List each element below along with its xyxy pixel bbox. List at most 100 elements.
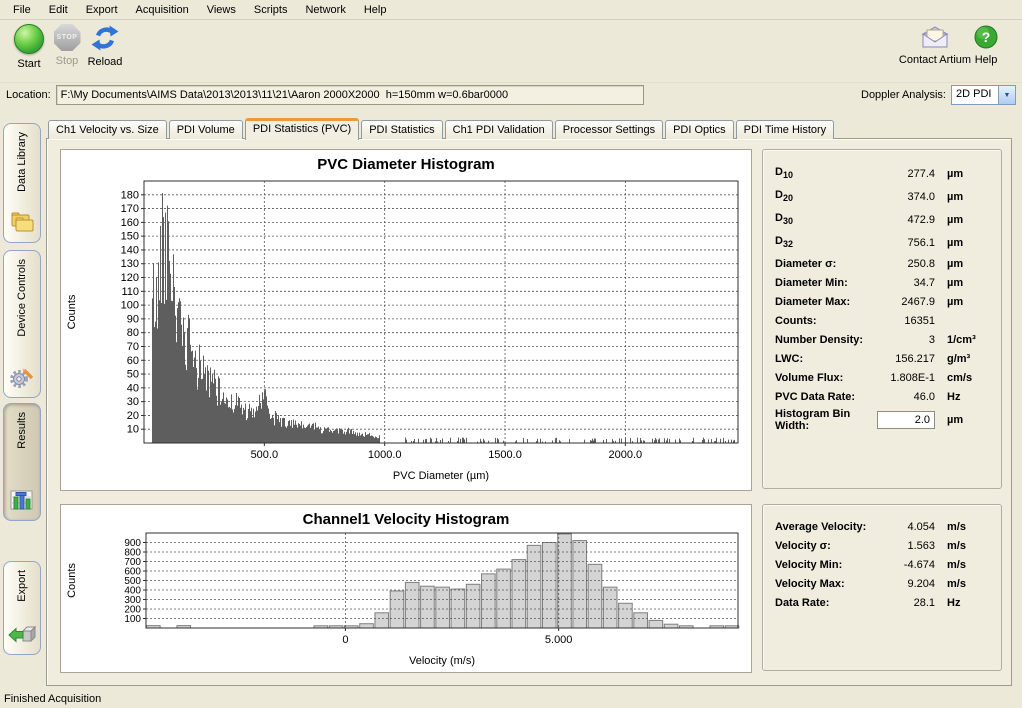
menu-item-views[interactable]: Views: [198, 2, 245, 18]
menu-item-edit[interactable]: Edit: [40, 2, 77, 18]
menu-item-help[interactable]: Help: [355, 2, 396, 18]
velocity-histogram-chart: 10020030040050060070080090005.000Velocit…: [61, 505, 749, 670]
envelope-icon: [920, 24, 950, 50]
stat-value: 374.0: [869, 191, 935, 203]
stat-unit: µm: [935, 258, 989, 270]
bar-chart-icon: [9, 488, 35, 515]
gear-pencil-icon: [9, 365, 35, 392]
svg-text:80: 80: [127, 327, 139, 339]
doppler-analysis-select[interactable]: 2D PDI ▼: [951, 85, 1016, 105]
stat-label: Velocity σ:: [775, 540, 869, 552]
svg-text:Counts: Counts: [66, 294, 78, 329]
tab-pdi-statistics[interactable]: PDI Statistics: [361, 120, 442, 139]
application-window: { "menu": {"items": ["File", "Edit", "Ex…: [0, 0, 1022, 708]
stat-value: 156.217: [869, 353, 935, 365]
stat-unit: Hz: [935, 391, 989, 403]
contact-artium-button[interactable]: Contact Artium: [898, 24, 972, 66]
svg-text:200: 200: [124, 605, 141, 616]
sidebar-item-label: Device Controls: [16, 259, 28, 337]
svg-text:PVC Diameter (µm): PVC Diameter (µm): [393, 470, 489, 482]
svg-text:180: 180: [121, 189, 139, 201]
stat-unit: m/s: [935, 578, 989, 590]
menu-item-file[interactable]: File: [4, 2, 40, 18]
sidebar-item-label: Results: [16, 412, 28, 449]
menu-item-scripts[interactable]: Scripts: [245, 2, 297, 18]
velocity-statistics-groupbox: Average Velocity:4.054m/sVelocity σ:1.56…: [762, 504, 1002, 671]
svg-text:100: 100: [124, 614, 141, 625]
pvc-stat-row: Number Density:31/cm³: [775, 330, 989, 349]
pvc-stat-row: Volume Flux:1.808E-1cm/s: [775, 368, 989, 387]
pvc-stat-row: LWC:156.217g/m³: [775, 349, 989, 368]
pvc-stat-row: D10277.4µm: [775, 162, 989, 185]
tab-pdi-statistics-pvc-[interactable]: PDI Statistics (PVC): [245, 118, 359, 140]
tab-pdi-volume[interactable]: PDI Volume: [169, 120, 243, 139]
svg-text:300: 300: [124, 595, 141, 606]
tab-ch1-pdi-validation[interactable]: Ch1 PDI Validation: [445, 120, 553, 139]
sidebar-item-export[interactable]: Export: [3, 561, 41, 655]
tab-page-pdi-statistics-pvc: PVC Diameter Histogram 10203040506070809…: [46, 138, 1012, 686]
stat-label: Histogram Bin Width:: [775, 408, 865, 432]
reload-icon: [91, 24, 119, 52]
sidebar-item-device-controls[interactable]: Device Controls: [3, 250, 41, 398]
tab-processor-settings[interactable]: Processor Settings: [555, 120, 663, 139]
velocity-stat-row: Velocity σ:1.563m/s: [775, 536, 989, 555]
pvc-stat-row: PVC Data Rate:46.0Hz: [775, 387, 989, 406]
help-button[interactable]: ? Help: [963, 24, 1009, 66]
pvc-diameter-histogram-chart: 1020304050607080901001101201301401501601…: [61, 150, 749, 488]
stop-button-label: Stop: [56, 55, 79, 67]
stat-unit: m/s: [935, 559, 989, 571]
svg-text:60: 60: [127, 355, 139, 367]
svg-text:700: 700: [124, 557, 141, 568]
histogram-bin-width-input[interactable]: [877, 411, 935, 429]
tab-pdi-time-history[interactable]: PDI Time History: [736, 120, 835, 139]
menu-item-acquisition[interactable]: Acquisition: [127, 2, 198, 18]
svg-text:Counts: Counts: [66, 563, 78, 598]
svg-text:20: 20: [127, 410, 139, 422]
pvc-stat-row: D20374.0µm: [775, 185, 989, 208]
sidebar-item-label: Export: [16, 570, 28, 602]
reload-button[interactable]: Reload: [76, 24, 134, 68]
sidebar-item-results[interactable]: Results: [3, 403, 41, 521]
stop-badge: STOP: [57, 34, 78, 41]
menu-item-network[interactable]: Network: [296, 2, 354, 18]
stat-label: PVC Data Rate:: [775, 391, 869, 403]
menu-item-export[interactable]: Export: [77, 2, 127, 18]
stat-value: 1.808E-1: [869, 372, 935, 384]
svg-text:?: ?: [982, 29, 991, 45]
stat-value: 4.054: [869, 521, 935, 533]
svg-text:600: 600: [124, 567, 141, 578]
tab-ch1-velocity-vs-size[interactable]: Ch1 Velocity vs. Size: [48, 120, 167, 139]
stat-value: 46.0: [869, 391, 935, 403]
svg-text:900: 900: [124, 538, 141, 549]
stat-unit: m/s: [935, 540, 989, 552]
stat-unit: Hz: [935, 597, 989, 609]
svg-text:Velocity (m/s): Velocity (m/s): [409, 655, 475, 667]
stat-value: 16351: [869, 315, 935, 327]
svg-text:120: 120: [121, 272, 139, 284]
svg-text:30: 30: [127, 396, 139, 408]
chevron-down-icon[interactable]: ▼: [998, 86, 1015, 104]
svg-text:170: 170: [121, 203, 139, 215]
tab-pdi-optics[interactable]: PDI Optics: [665, 120, 734, 139]
help-icon: ?: [973, 24, 999, 50]
pvc-stat-row: D32756.1µm: [775, 231, 989, 254]
sidebar-item-data-library[interactable]: Data Library: [3, 123, 41, 243]
stat-label: Number Density:: [775, 334, 869, 346]
svg-text:90: 90: [127, 313, 139, 325]
location-row: Location: Doppler Analysis: 2D PDI ▼: [0, 83, 1022, 107]
stat-label: Counts:: [775, 315, 869, 327]
stat-unit: µm: [935, 191, 989, 203]
export-arrow-icon: [8, 622, 36, 649]
stat-label: Velocity Min:: [775, 559, 869, 571]
location-field[interactable]: [56, 85, 644, 105]
stat-value: 250.8: [869, 258, 935, 270]
tab-bar: Ch1 Velocity vs. SizePDI VolumePDI Stati…: [48, 118, 836, 139]
velocity-stat-row: Velocity Min:-4.674m/s: [775, 555, 989, 574]
stat-value: 1.563: [869, 540, 935, 552]
svg-text:100: 100: [121, 300, 139, 312]
pvc-histogram-title: PVC Diameter Histogram: [61, 156, 751, 173]
doppler-analysis-label: Doppler Analysis:: [861, 89, 946, 101]
svg-text:1000.0: 1000.0: [368, 449, 402, 461]
stat-label: Data Rate:: [775, 597, 869, 609]
pvc-stat-row: Diameter σ:250.8µm: [775, 254, 989, 273]
